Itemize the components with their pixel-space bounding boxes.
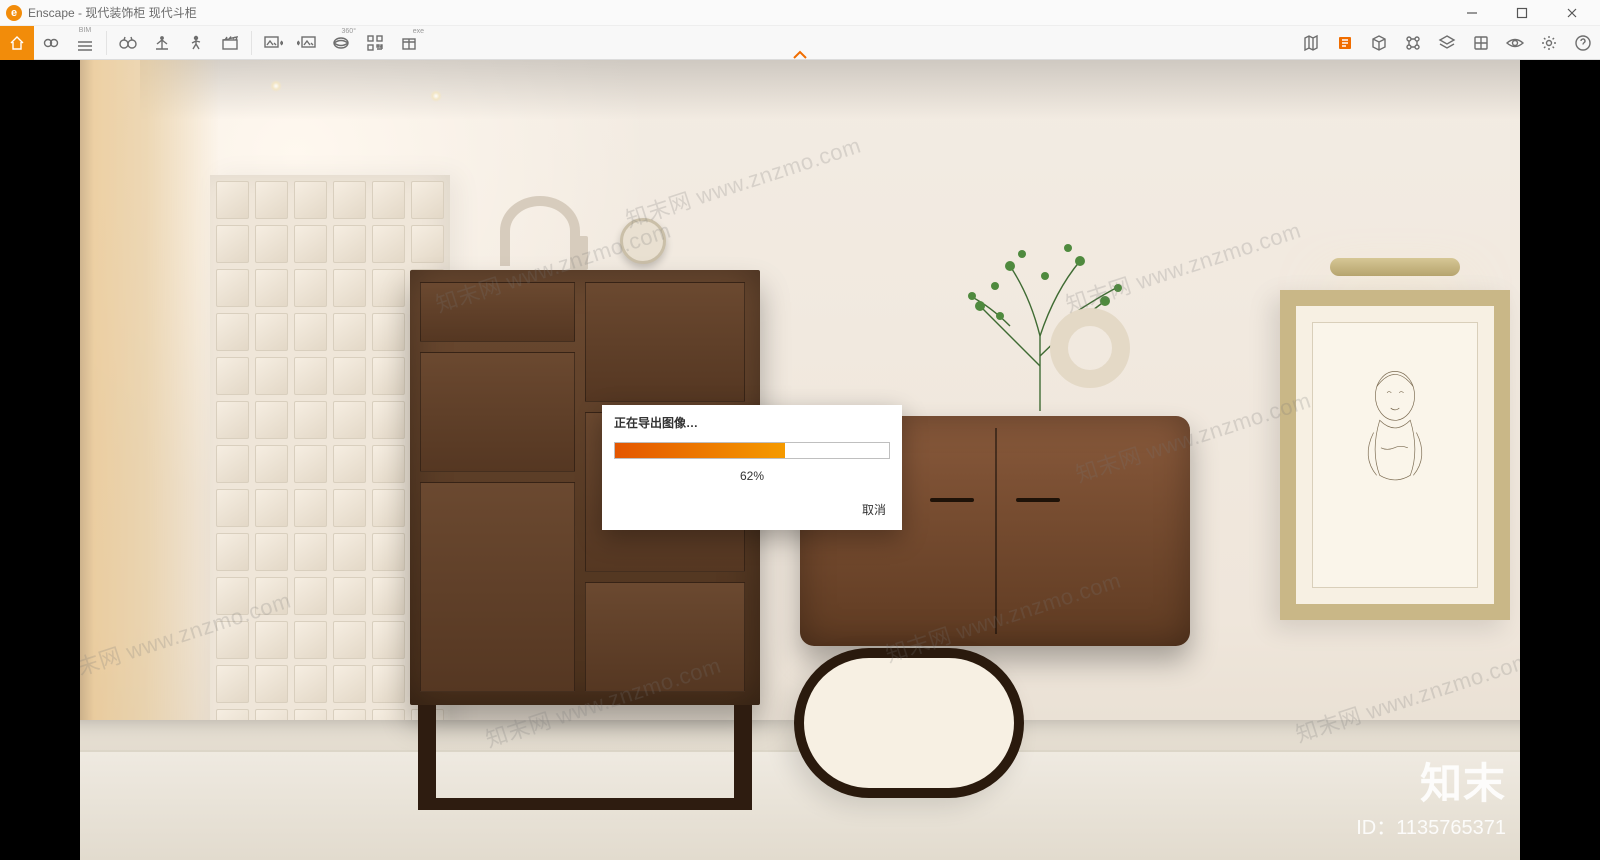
window-title: Enscape - 现代装饰柜 现代斗柜 — [28, 4, 197, 21]
walk-icon[interactable] — [179, 26, 213, 60]
letterbox-left — [0, 60, 80, 860]
toolbar-divider — [106, 31, 107, 55]
watermark-text: 知末网 www.znzmo.com — [621, 128, 865, 234]
package-icon[interactable]: exe — [392, 26, 426, 60]
progress-percent-text: 62% — [602, 463, 902, 493]
window-minimize-button[interactable] — [1450, 1, 1494, 25]
clock-icon — [620, 218, 666, 264]
binoculars-icon[interactable] — [111, 26, 145, 60]
render-viewport[interactable]: 知末网 www.znzmo.com 知末网 www.znzmo.com 知末网 … — [0, 60, 1600, 860]
wall-art-frame — [1280, 290, 1510, 620]
picture-lamp — [1330, 258, 1460, 276]
vase-icon — [1050, 308, 1134, 416]
enscape-logo-icon: e — [6, 5, 22, 21]
toolbar-right-group — [1294, 26, 1600, 60]
info-panel-icon[interactable] — [1328, 26, 1362, 60]
settings-icon[interactable] — [1532, 26, 1566, 60]
materials-icon[interactable] — [1464, 26, 1498, 60]
assets-icon[interactable] — [1396, 26, 1430, 60]
window-maximize-button[interactable] — [1500, 1, 1544, 25]
progress-bar — [614, 442, 890, 459]
clapboard-icon[interactable] — [213, 26, 247, 60]
home-icon[interactable] — [0, 26, 34, 60]
toolbar-left-group: BIM 360° exe — [0, 26, 426, 60]
qr-icon[interactable] — [358, 26, 392, 60]
window-titlebar: e Enscape - 现代装饰柜 现代斗柜 — [0, 0, 1600, 26]
cube-icon[interactable] — [1362, 26, 1396, 60]
map-icon[interactable] — [1294, 26, 1328, 60]
panorama-icon[interactable]: 360° — [324, 26, 358, 60]
layers-icon[interactable] — [1430, 26, 1464, 60]
help-icon[interactable] — [1566, 26, 1600, 60]
window-close-button[interactable] — [1550, 1, 1594, 25]
main-toolbar: BIM 360° exe — [0, 26, 1600, 60]
letterbox-right — [1520, 60, 1600, 860]
cancel-button[interactable]: 取消 — [858, 499, 890, 520]
tall-cabinet — [410, 270, 760, 810]
progress-fill — [615, 443, 785, 458]
dialog-title: 正在导出图像… — [602, 405, 902, 440]
bim-icon[interactable]: BIM — [68, 26, 102, 60]
export-image-right-icon[interactable] — [290, 26, 324, 60]
export-image-left-icon[interactable] — [256, 26, 290, 60]
link-icon[interactable] — [34, 26, 68, 60]
toolbar-divider — [251, 31, 252, 55]
visibility-icon[interactable] — [1498, 26, 1532, 60]
floor-icon[interactable] — [145, 26, 179, 60]
export-progress-dialog: 正在导出图像… 62% 取消 — [602, 405, 902, 530]
